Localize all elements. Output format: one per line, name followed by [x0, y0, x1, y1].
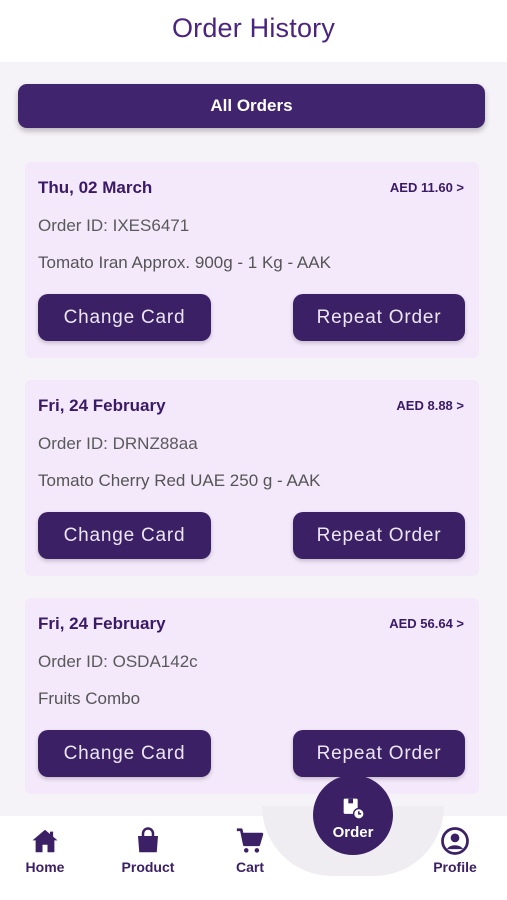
order-product: Tomato Iran Approx. 900g - 1 Kg - AAK: [38, 253, 331, 272]
order-date: Thu, 02 March: [38, 178, 153, 197]
nav-label: Product: [121, 859, 175, 875]
repeat-order-button[interactable]: Repeat Order: [293, 512, 465, 559]
order-amount[interactable]: AED 8.88 >: [396, 398, 464, 413]
order-fab-button[interactable]: Order: [313, 775, 393, 855]
app-header: Order History: [0, 0, 507, 62]
order-box-icon: [343, 798, 365, 820]
order-product: Tomato Cherry Red UAE 250 g - AAK: [38, 471, 321, 490]
profile-icon: [441, 827, 469, 855]
nav-item-product[interactable]: Product: [103, 826, 193, 875]
bottom-nav: Home Product Cart Profile: [0, 806, 507, 900]
nav-label: Home: [25, 859, 65, 875]
fab-label: Order: [332, 823, 374, 841]
nav-item-home[interactable]: Home: [0, 826, 90, 875]
order-card[interactable]: Thu, 02 March AED 11.60 > Order ID: IXES…: [25, 162, 479, 358]
home-icon: [32, 829, 58, 853]
change-card-button[interactable]: Change Card: [38, 512, 211, 559]
order-date: Fri, 24 February: [38, 614, 166, 633]
nav-label: Profile: [433, 859, 477, 875]
nav-label: Cart: [235, 859, 264, 875]
nav-item-cart[interactable]: Cart: [205, 826, 295, 875]
cart-icon: [236, 828, 264, 853]
order-card[interactable]: Fri, 24 February AED 8.88 > Order ID: DR…: [25, 380, 479, 576]
page-title: Order History: [171, 12, 336, 43]
order-id: Order ID: IXES6471: [38, 216, 190, 235]
order-amount[interactable]: AED 56.64 >: [389, 616, 464, 631]
order-id: Order ID: OSDA142c: [38, 652, 198, 671]
order-amount[interactable]: AED 11.60 >: [390, 180, 464, 195]
change-card-button[interactable]: Change Card: [38, 730, 211, 777]
order-id: Order ID: DRNZ88aa: [38, 434, 198, 453]
repeat-order-button[interactable]: Repeat Order: [293, 730, 465, 777]
order-date: Fri, 24 February: [38, 396, 166, 415]
change-card-button[interactable]: Change Card: [38, 294, 211, 341]
bag-icon: [138, 827, 158, 853]
order-product: Fruits Combo: [38, 689, 141, 708]
order-card[interactable]: Fri, 24 February AED 56.64 > Order ID: O…: [25, 598, 479, 794]
repeat-order-button[interactable]: Repeat Order: [293, 294, 465, 341]
nav-item-profile[interactable]: Profile: [410, 826, 500, 875]
all-orders-button[interactable]: All Orders: [18, 84, 485, 128]
